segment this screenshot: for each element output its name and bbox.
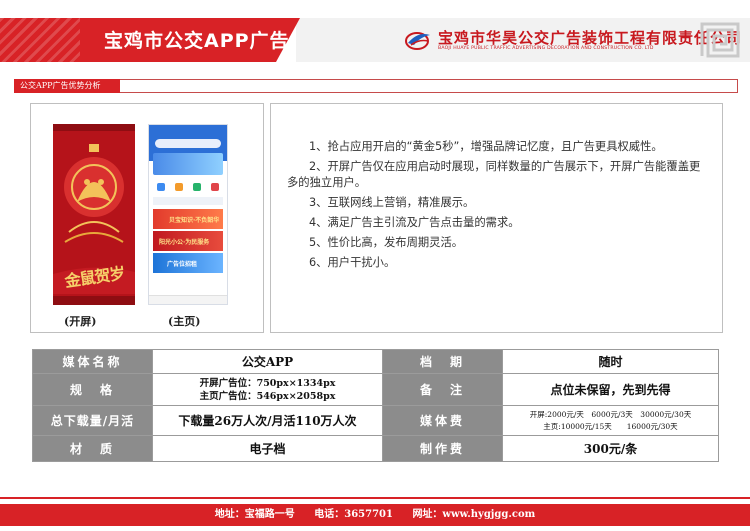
rat-papercut-illustration bbox=[64, 144, 124, 243]
splash-footer bbox=[53, 296, 135, 305]
spec-header-schedule: 档 期 bbox=[382, 349, 503, 374]
app-shortcut-icon bbox=[175, 183, 183, 191]
home-ad-strip-text: 广告位招租 bbox=[167, 261, 198, 268]
table-row: 总下载量/月活 下载量26万人次/月活110万人次 媒体费 开屏:2000元/天… bbox=[32, 405, 719, 436]
spec-value-size: 开屏广告位：750px×1334px 主页广告位：546px×2058px bbox=[152, 373, 383, 406]
app-shortcut-icon bbox=[193, 183, 201, 191]
home-ad-strip-text: 贝宝知识·不负韶华 bbox=[169, 217, 220, 224]
splash-caption: (开屏) bbox=[64, 315, 97, 328]
home-ad-strip: 阳光小公·为民服务 bbox=[153, 231, 223, 251]
spec-value-downloads: 下载量26万人次/月活110万人次 bbox=[152, 405, 383, 436]
spec-header-media-name: 媒体名称 bbox=[32, 349, 153, 374]
status-bar bbox=[53, 124, 135, 131]
spec-header-production-fee: 制作费 bbox=[382, 435, 503, 462]
spec-table: 媒体名称 公交APP 档 期 随时 规 格 开屏广告位：750px×1334px… bbox=[32, 349, 719, 462]
spec-header-media-fee: 媒体费 bbox=[382, 405, 503, 436]
app-shortcut-icon bbox=[211, 183, 219, 191]
header-stripes bbox=[0, 18, 80, 62]
page-title: 宝鸡市公交APP广告 bbox=[104, 30, 290, 52]
app-notice-bar bbox=[153, 197, 223, 205]
spec-size-line: 主页广告位：546px×2058px bbox=[199, 390, 336, 402]
spec-header-downloads: 总下载量/月活 bbox=[32, 405, 153, 436]
spec-size-line: 开屏广告位：750px×1334px bbox=[199, 377, 336, 389]
spec-value-media-name: 公交APP bbox=[152, 349, 383, 374]
spec-header-remark: 备 注 bbox=[382, 373, 503, 406]
spec-header-material: 材 质 bbox=[32, 435, 153, 462]
advantage-item: 1、抢占应用开启的“黄金5秒”，增强品牌记忆度，且广告更具权威性。 bbox=[309, 140, 663, 153]
table-row: 规 格 开屏广告位：750px×1334px 主页广告位：546px×2058p… bbox=[32, 373, 719, 406]
advantages-list: 1、抢占应用开启的“黄金5秒”，增强品牌记忆度，且广告更具权威性。 2、开屏广告… bbox=[287, 139, 707, 275]
section-rule bbox=[14, 79, 738, 93]
advantage-item: 3、互联网线上营销，精准展示。 bbox=[309, 196, 475, 209]
footer-contact: 地址：宝福路一号 电话：3657701 网址：www.hygjgg.com bbox=[0, 504, 750, 526]
spec-value-remark: 点位未保留，先到先得 bbox=[502, 373, 719, 406]
table-row: 媒体名称 公交APP 档 期 随时 bbox=[32, 349, 719, 374]
home-ad-strip: 广告位招租 bbox=[153, 253, 223, 273]
spec-header-size: 规 格 bbox=[32, 373, 153, 406]
company-name: 宝鸡市华昊公交广告装饰工程有限责任公司 bbox=[438, 29, 743, 47]
company-logo-icon bbox=[405, 32, 430, 50]
advantage-item: 5、性价比高，发布周期灵活。 bbox=[309, 236, 464, 249]
meander-ornament-icon bbox=[700, 22, 740, 58]
home-ad-strip: 贝宝知识·不负韶华 bbox=[153, 209, 223, 229]
footer-website[interactable]: 网址：www.hygjgg.com bbox=[412, 509, 535, 520]
home-screen-mockup: 贝宝知识·不负韶华 阳光小公·为民服务 广告位招租 bbox=[148, 124, 228, 305]
home-ad-strip-text: 阳光小公·为民服务 bbox=[159, 239, 210, 246]
table-row: 材 质 电子档 制作费 300元/条 bbox=[32, 435, 719, 462]
spec-fee-line: 开屏:2000元/天 6000元/3天 30000元/30天 bbox=[529, 409, 692, 419]
app-tab-bar bbox=[149, 295, 227, 304]
section-label: 公交APP广告优势分析 bbox=[14, 79, 120, 93]
advantage-item: 4、满足广告主引流及广告点击量的需求。 bbox=[309, 216, 520, 229]
company-name-en: BAOJI HUAYE PUBLIC TRAFFIC ADVERTISING D… bbox=[438, 46, 654, 51]
splash-screen-mockup: 金鼠贺岁 bbox=[53, 124, 135, 305]
app-shortcut-icon bbox=[157, 183, 165, 191]
footer-address: 地址：宝福路一号 bbox=[214, 509, 295, 520]
spec-fee-line: 主页:10000元/15天 16000元/30天 bbox=[543, 421, 678, 431]
spec-value-material: 电子档 bbox=[152, 435, 383, 462]
home-caption: (主页) bbox=[168, 315, 201, 328]
spec-value-schedule: 随时 bbox=[502, 349, 719, 374]
app-search-bar bbox=[155, 139, 221, 148]
footer-phone: 电话：3657701 bbox=[314, 509, 393, 520]
app-top-banner bbox=[153, 153, 223, 175]
advantage-item: 2、开屏广告仅在应用启动时展现，同样数量的广告展示下，开屏广告能覆盖更多的独立用… bbox=[287, 160, 701, 189]
advantage-item: 6、用户干扰小。 bbox=[309, 256, 396, 269]
spec-value-media-fee: 开屏:2000元/天 6000元/3天 30000元/30天 主页:10000元… bbox=[502, 405, 719, 436]
spec-value-production-fee: 300元/条 bbox=[502, 435, 719, 462]
footer-rule bbox=[0, 497, 750, 499]
